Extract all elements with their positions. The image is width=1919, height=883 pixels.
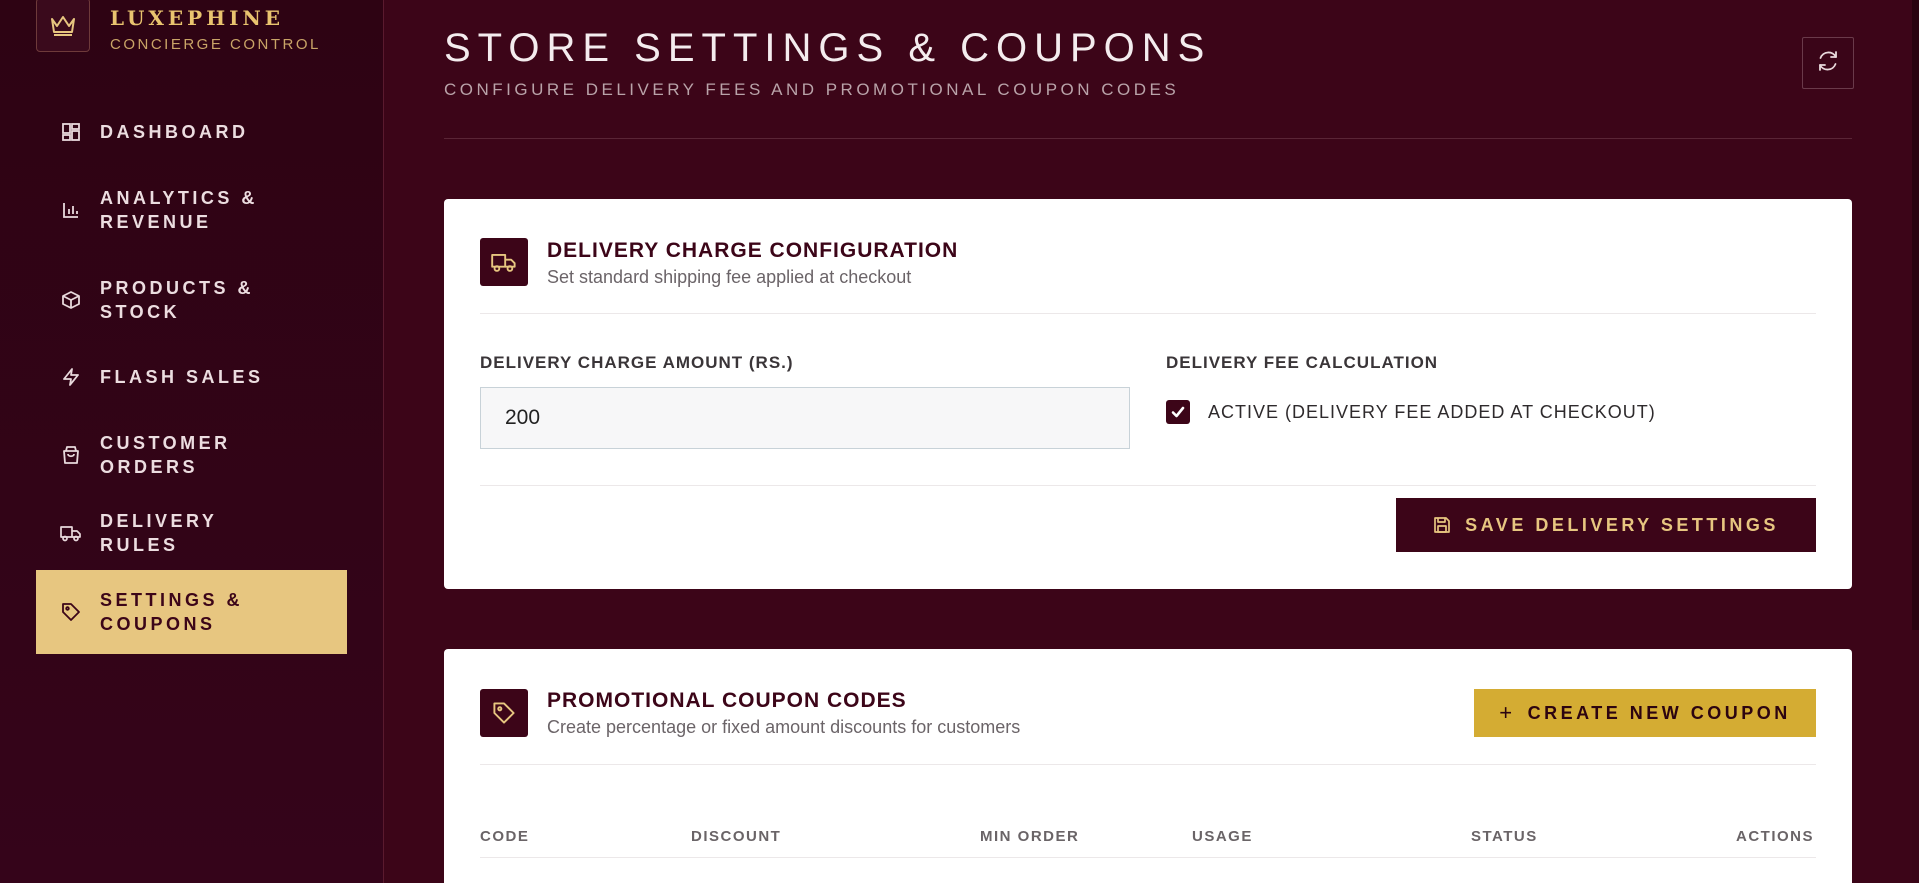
scrollbar-thumb[interactable]: [1912, 0, 1919, 630]
delivery-active-label: ACTIVE (DELIVERY FEE ADDED AT CHECKOUT): [1208, 401, 1656, 422]
sidebar-item-label: ANALYTICS & REVENUE: [100, 188, 258, 232]
sidebar-item-label: DASHBOARD: [100, 122, 249, 142]
sidebar: LUXEPHINE CONCIERGE CONTROL DASHBOARD AN…: [0, 0, 384, 883]
sidebar-item-delivery-rules[interactable]: DELIVERY RULES: [36, 511, 347, 555]
refresh-icon: [1816, 49, 1840, 78]
card-divider: [480, 313, 1816, 314]
sidebar-item-dashboard[interactable]: DASHBOARD: [36, 116, 347, 148]
card-description: Create percentage or fixed amount discou…: [547, 717, 1021, 737]
sidebar-item-label: CUSTOMER ORDERS: [100, 433, 231, 477]
truck-icon: [480, 238, 528, 286]
brand-name: LUXEPHINE: [110, 6, 284, 30]
table-header-divider: [480, 857, 1816, 858]
card-title: DELIVERY CHARGE CONFIGURATION: [547, 239, 959, 262]
sidebar-item-label: PRODUCTS & STOCK: [100, 278, 255, 322]
tag-icon: [480, 689, 528, 737]
page-title: STORE SETTINGS & COUPONS: [444, 26, 1212, 70]
page-scrollbar[interactable]: [1912, 0, 1919, 883]
card-divider: [480, 485, 1816, 486]
sidebar-item-label: FLASH SALES: [100, 367, 264, 387]
delivery-settings-card: DELIVERY CHARGE CONFIGURATION Set standa…: [444, 199, 1852, 589]
lightning-icon: [60, 366, 82, 388]
delivery-active-checkbox[interactable]: [1166, 400, 1190, 424]
card-description: Set standard shipping fee applied at che…: [547, 267, 912, 287]
brand: LUXEPHINE CONCIERGE CONTROL: [36, 0, 321, 53]
sidebar-item-analytics[interactable]: ANALYTICS & REVENUE: [36, 185, 347, 235]
plus-icon: +: [1499, 700, 1516, 725]
shopping-bag-icon: [60, 444, 82, 466]
column-header-actions: ACTIONS: [1736, 828, 1814, 845]
header-divider: [444, 138, 1852, 139]
card-divider: [480, 764, 1816, 765]
sidebar-item-flash-sales[interactable]: FLASH SALES: [36, 361, 347, 393]
sidebar-item-settings-coupons[interactable]: SETTINGS & COUPONS: [36, 570, 347, 654]
bar-chart-icon: [60, 199, 82, 221]
refresh-button[interactable]: [1802, 37, 1854, 89]
dashboard-grid-icon: [60, 121, 82, 143]
column-header-usage: USAGE: [1192, 828, 1253, 845]
delivery-amount-input[interactable]: 200: [480, 387, 1130, 449]
sidebar-item-label: DELIVERY RULES: [100, 511, 218, 555]
truck-icon: [60, 522, 82, 544]
column-header-min-order: MIN ORDER: [980, 828, 1080, 845]
page-subtitle: CONFIGURE DELIVERY FEES AND PROMOTIONAL …: [444, 80, 1180, 99]
box-icon: [60, 289, 82, 311]
sidebar-item-products[interactable]: PRODUCTS & STOCK: [36, 275, 347, 325]
sidebar-item-orders[interactable]: CUSTOMER ORDERS: [36, 430, 347, 480]
tag-icon: [60, 601, 82, 623]
sidebar-item-label: SETTINGS & COUPONS: [100, 590, 244, 634]
delivery-calc-label: DELIVERY FEE CALCULATION: [1166, 353, 1439, 372]
create-coupon-button[interactable]: + CREATE NEW COUPON: [1474, 689, 1816, 737]
column-header-discount: DISCOUNT: [691, 828, 782, 845]
check-icon: [1171, 406, 1185, 418]
crown-icon: [36, 0, 90, 52]
column-header-code: CODE: [480, 828, 530, 845]
save-icon: [1433, 516, 1451, 534]
card-title: PROMOTIONAL COUPON CODES: [547, 689, 907, 712]
delivery-active-toggle[interactable]: ACTIVE (DELIVERY FEE ADDED AT CHECKOUT): [1166, 400, 1656, 424]
delivery-amount-label: DELIVERY CHARGE AMOUNT (RS.): [480, 353, 794, 372]
create-coupon-label: CREATE NEW COUPON: [1527, 702, 1791, 723]
column-header-status: STATUS: [1471, 828, 1538, 845]
save-delivery-button[interactable]: SAVE DELIVERY SETTINGS: [1396, 498, 1816, 552]
coupons-card: PROMOTIONAL COUPON CODES Create percenta…: [444, 649, 1852, 883]
save-delivery-label: SAVE DELIVERY SETTINGS: [1465, 514, 1779, 535]
brand-subtitle: CONCIERGE CONTROL: [110, 36, 321, 53]
